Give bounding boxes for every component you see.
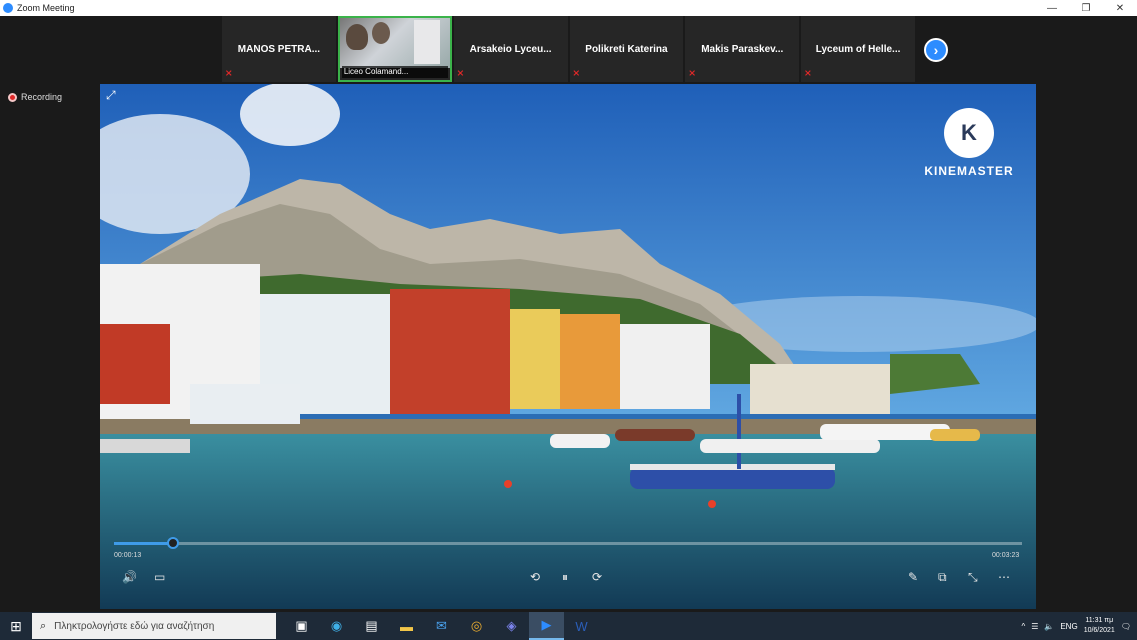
fullscreen-icon[interactable]: ⤡	[968, 570, 978, 585]
window-title: Zoom Meeting	[17, 3, 75, 13]
video-progress-fill	[114, 542, 174, 545]
edge-icon[interactable]: ◉	[319, 612, 354, 640]
network-icon[interactable]: ☰	[1031, 622, 1038, 631]
task-view-icon[interactable]: ▣	[284, 612, 319, 640]
next-participants-button[interactable]: ›	[924, 38, 948, 62]
background-shape	[413, 20, 440, 64]
word-icon[interactable]: W	[564, 612, 599, 640]
volume-icon[interactable]: 🔊	[122, 570, 137, 584]
meeting-stage: MANOS PETRA... ⨯ Liceo Colamand... Arsak…	[0, 16, 1137, 612]
taskbar-app-icons: ▣ ◉ ▤ ▬ ✉ ◎ ◈ ▶ W	[284, 612, 599, 640]
tray-chevron-icon[interactable]: ^	[1021, 622, 1025, 631]
participant-tile[interactable]: MANOS PETRA... ⨯	[222, 16, 336, 82]
search-placeholder: Πληκτρολογήστε εδώ για αναζήτηση	[54, 620, 215, 632]
clock-time: 11:31 πμ	[1085, 617, 1114, 624]
participant-tile[interactable]: Lyceum of Helle... ⨯	[801, 16, 915, 82]
teams-icon[interactable]: ◈	[494, 612, 529, 640]
speaker-icon[interactable]: 🔈	[1044, 622, 1054, 631]
chrome-icon[interactable]: ◎	[459, 612, 494, 640]
participant-name: Polikreti Katerina	[585, 43, 668, 55]
participant-name: Liceo Colamand...	[341, 66, 448, 78]
restore-button[interactable]: ❐	[1069, 0, 1103, 16]
person-shape	[371, 22, 390, 44]
zoom-icon[interactable]: ▶	[529, 612, 564, 640]
store-icon[interactable]: ▤	[354, 612, 389, 640]
total-time: 00:03:23	[992, 552, 1020, 559]
forward-icon[interactable]: ⟳	[592, 570, 602, 584]
pause-icon[interactable]: ⏸	[562, 570, 568, 585]
windows-taskbar: ⊞ ⌕ Πληκτρολογήστε εδώ για αναζήτηση ▣ ◉ ▤…	[0, 612, 1137, 640]
participant-name: MANOS PETRA...	[237, 43, 321, 55]
harbor-scene-image	[100, 84, 1036, 609]
muted-mic-icon: ⨯	[225, 68, 233, 78]
muted-mic-icon: ⨯	[572, 68, 581, 78]
participant-name: Makis Paraskev...	[701, 43, 784, 55]
start-button[interactable]: ⊞	[0, 612, 32, 640]
language-indicator[interactable]: ENG	[1060, 622, 1077, 631]
person-shape	[345, 24, 368, 50]
participant-name: Arsakeio Lyceu...	[469, 43, 552, 55]
close-button[interactable]: ✕	[1103, 0, 1137, 16]
participant-tile[interactable]: Makis Paraskev... ⨯	[685, 16, 800, 82]
rewind-icon[interactable]: ⟲	[530, 570, 540, 584]
kinemaster-watermark: K KINEMASTER	[924, 108, 1014, 178]
elapsed-time: 00:00:13	[114, 552, 142, 559]
recording-indicator: Recording	[8, 92, 62, 102]
kinemaster-name: KINEMASTER	[924, 164, 1014, 178]
muted-mic-icon: ⨯	[804, 68, 812, 78]
video-progress-handle[interactable]	[167, 537, 180, 549]
search-icon: ⌕	[40, 619, 47, 632]
system-tray: ^ ☰ 🔈 ENG 11:31 πμ 10/6/2021 🗨	[1021, 612, 1137, 640]
subtitles-icon[interactable]: ▭	[154, 570, 165, 584]
shared-video[interactable]: ⤢ K KINEMASTER 00:00:13 00:03:23 🔊 ▭ ⟲ ⏸…	[100, 84, 1036, 609]
participant-strip: MANOS PETRA... ⨯ Liceo Colamand... Arsak…	[222, 16, 915, 82]
participant-video	[339, 18, 450, 68]
recording-label: Recording	[21, 92, 63, 102]
record-icon	[8, 92, 17, 102]
file-explorer-icon[interactable]: ▬	[389, 612, 424, 640]
exit-fullscreen-icon[interactable]: ⤢	[106, 88, 116, 103]
participant-tile-active-speaker[interactable]: Liceo Colamand...	[337, 16, 452, 82]
taskbar-search-box[interactable]: ⌕ Πληκτρολογήστε εδώ για αναζήτηση	[32, 613, 276, 639]
edit-icon[interactable]: ✎	[908, 570, 918, 584]
minimize-button[interactable]: —	[1035, 0, 1069, 16]
window-controls: — ❐ ✕	[1035, 0, 1137, 16]
picture-in-picture-icon[interactable]: ⧉	[938, 570, 947, 585]
participant-name: Lyceum of Helle...	[815, 43, 901, 55]
mail-icon[interactable]: ✉	[424, 612, 459, 640]
notifications-icon[interactable]: 🗨	[1121, 622, 1131, 631]
title-bar: Zoom Meeting — ❐ ✕	[0, 0, 1137, 16]
zoom-app-icon	[3, 3, 13, 13]
clock[interactable]: 11:31 πμ 10/6/2021	[1084, 616, 1115, 636]
kinemaster-logo-icon: K	[944, 108, 994, 158]
video-progress-bar[interactable]	[114, 537, 1022, 549]
more-options-icon[interactable]: ⋯	[998, 570, 1010, 584]
participant-tile[interactable]: Polikreti Katerina ⨯	[569, 16, 684, 82]
clock-date: 10/6/2021	[1083, 627, 1115, 634]
muted-mic-icon: ⨯	[688, 68, 696, 78]
participant-tile[interactable]: Arsakeio Lyceu... ⨯	[453, 16, 568, 82]
muted-mic-icon: ⨯	[456, 68, 465, 78]
